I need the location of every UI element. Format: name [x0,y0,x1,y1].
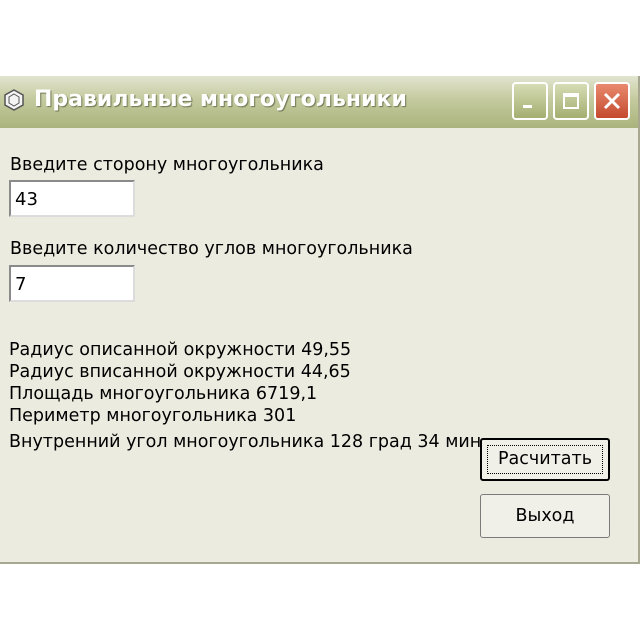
perimeter-result: Периметр многоугольника 301 [9,406,297,426]
side-label: Введите сторону многоугольника [10,155,324,175]
inradius-result: Радиус вписанной окружности 44,65 [9,362,351,382]
circumradius-result: Радиус описанной окружности 49,55 [9,340,352,360]
interior-angle-result: Внутренний угол многоугольника 128 град … [9,432,482,452]
focus-rectangle [487,445,603,474]
area-result: Площадь многоугольника 6719,1 [9,384,318,404]
close-icon [603,92,621,110]
maximize-icon [563,93,579,109]
minimize-button[interactable] [512,82,548,120]
app-icon[interactable] [2,88,26,112]
close-button[interactable] [594,82,630,120]
calculate-button[interactable]: Расчитать [480,438,610,481]
angles-input[interactable]: 7 [9,265,135,302]
exit-button-label: Выход [515,506,575,526]
title-bar[interactable]: Правильные многоугольники [0,76,638,128]
maximize-button[interactable] [553,82,589,120]
minimize-icon [523,105,532,108]
angles-label: Введите количество углов многоугольника [10,239,413,259]
window-title: Правильные многоугольники [34,87,407,112]
side-input[interactable]: 43 [9,180,135,217]
app-window: Правильные многоугольники Введите сторон… [0,76,640,564]
exit-button[interactable]: Выход [480,494,610,538]
